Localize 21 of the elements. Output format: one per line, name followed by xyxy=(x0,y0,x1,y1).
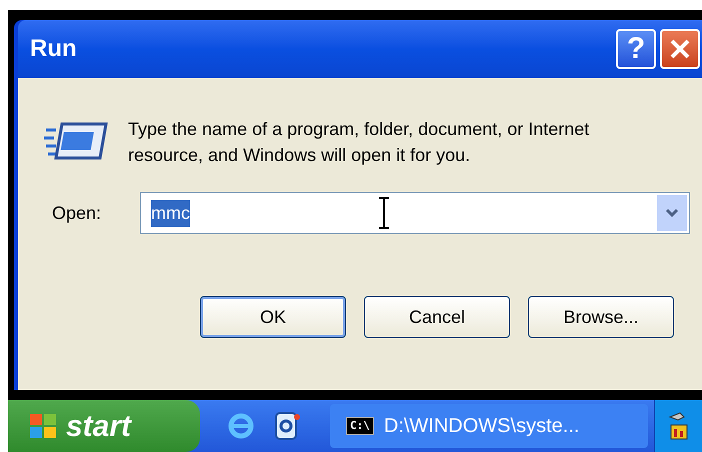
dialog-button[interactable]: OK xyxy=(200,296,346,338)
text-cursor-icon xyxy=(377,196,391,230)
console-icon: C:\ xyxy=(346,416,374,436)
dialog-button[interactable]: Cancel xyxy=(364,296,510,338)
taskbar-window-button[interactable]: C:\ D:\WINDOWS\syste... xyxy=(330,404,648,448)
open-label: Open: xyxy=(52,202,102,225)
tray-tool-icon[interactable] xyxy=(666,411,690,441)
mail-app-icon[interactable] xyxy=(274,411,300,441)
close-icon xyxy=(668,37,692,61)
windows-logo-icon xyxy=(28,412,58,440)
open-field[interactable]: mmc xyxy=(140,192,690,234)
field-value: mmc xyxy=(151,200,190,226)
close-button[interactable] xyxy=(660,29,700,69)
browser-icon[interactable] xyxy=(226,411,256,441)
help-button[interactable]: ? xyxy=(616,29,656,69)
start-button[interactable]: start xyxy=(8,400,200,452)
dropdown-button[interactable] xyxy=(657,195,687,231)
instruction-text: Type the name of a program, folder, document, or Internet resource, and Windows will open it for you. xyxy=(128,118,590,167)
dialog-button[interactable]: Browse... xyxy=(528,296,674,338)
chevron-down-icon xyxy=(665,208,679,218)
window-title: Run xyxy=(30,34,78,64)
